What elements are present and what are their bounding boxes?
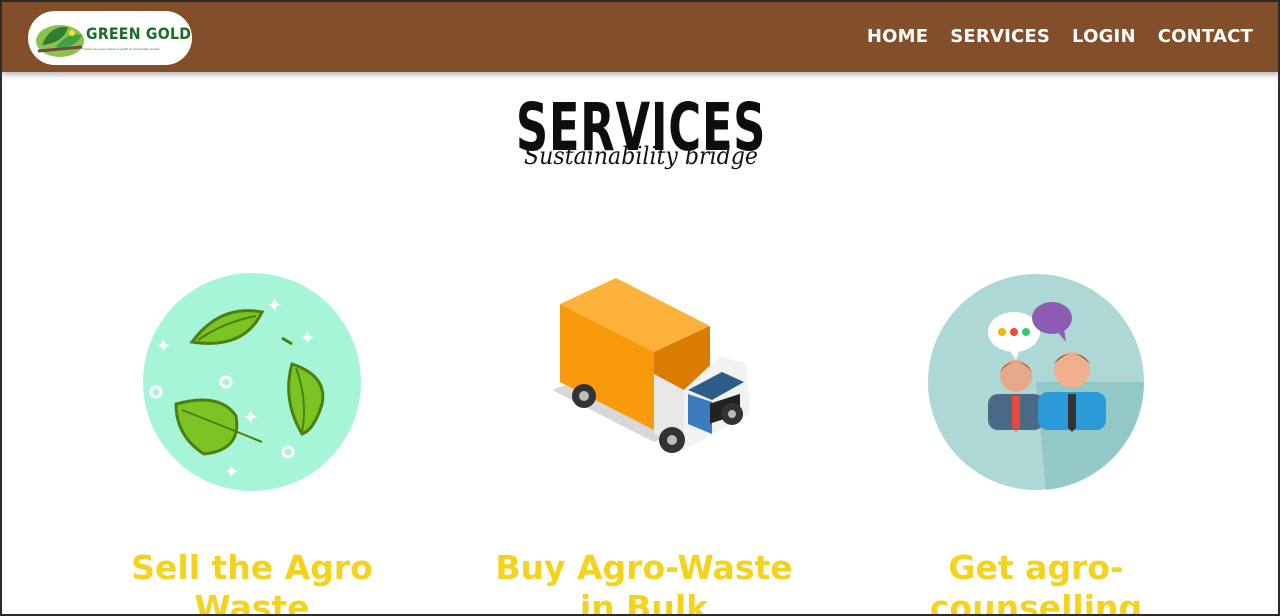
logo-text: GREEN GOLD bbox=[86, 24, 192, 43]
navbar: GREEN GOLD Transforming agro-waste to we… bbox=[2, 2, 1278, 72]
nav-login-link[interactable]: LOGIN bbox=[1072, 26, 1136, 47]
service-title-counselling[interactable]: Get agro-counselling bbox=[886, 548, 1186, 614]
svg-text:✦: ✦ bbox=[242, 405, 259, 429]
nav-contact-link[interactable]: CONTACT bbox=[1158, 26, 1253, 47]
leaves-icon: ✦ ✦ ✦ ✦ ✦ bbox=[143, 273, 361, 491]
nav-services-link[interactable]: SERVICES bbox=[950, 26, 1050, 47]
logo[interactable]: GREEN GOLD Transforming agro-waste to we… bbox=[28, 11, 192, 65]
truck-icon bbox=[552, 278, 750, 453]
svg-text:✦: ✦ bbox=[266, 293, 283, 317]
service-title-buy[interactable]: Buy Agro-Waste in Bulk bbox=[494, 548, 794, 614]
nav-home-link[interactable]: HOME bbox=[867, 26, 928, 47]
counselling-icon bbox=[928, 274, 1145, 490]
service-title-sell[interactable]: Sell the Agro Waste bbox=[102, 548, 402, 614]
main-nav: HOME SERVICES LOGIN CONTACT bbox=[867, 26, 1253, 47]
logo-tagline: Transforming agro-waste to wealth for Su… bbox=[82, 47, 160, 51]
svg-text:✦: ✦ bbox=[156, 336, 171, 357]
service-card-counselling[interactable]: Get agro-counselling bbox=[886, 264, 1186, 614]
svg-text:✦: ✦ bbox=[224, 462, 239, 483]
section-subtitle: Sustainability bridge bbox=[524, 142, 758, 170]
service-card-buy[interactable]: Buy Agro-Waste in Bulk bbox=[494, 264, 794, 614]
svg-text:✦: ✦ bbox=[300, 328, 315, 349]
service-card-sell[interactable]: ✦ ✦ ✦ ✦ ✦ Sell the Agro Waste bbox=[102, 264, 402, 614]
page: GREEN GOLD Transforming agro-waste to we… bbox=[2, 2, 1278, 614]
